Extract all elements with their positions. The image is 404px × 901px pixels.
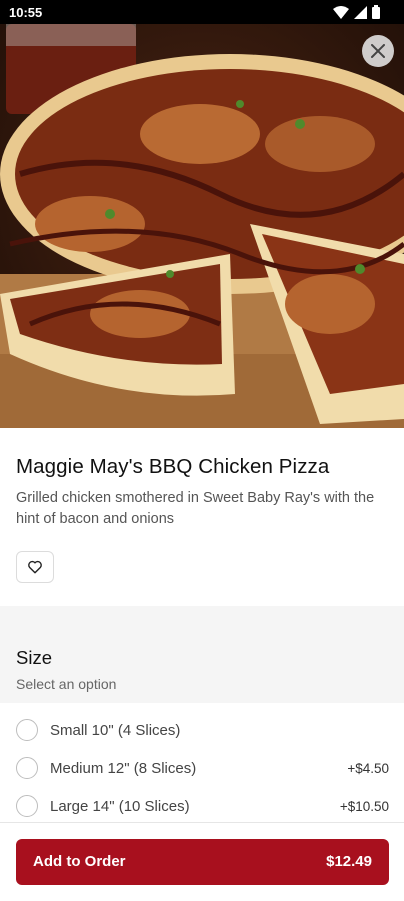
wifi-icon [333,5,349,19]
option-price: +$4.50 [347,761,389,776]
option-label: Large 14" (10 Slices) [50,798,190,815]
product-image [0,24,404,428]
size-section-subtitle: Select an option [16,676,117,692]
radio-button[interactable] [16,719,38,741]
status-icons [333,5,380,19]
option-price: +$10.50 [339,799,389,814]
order-total: $12.49 [326,853,372,870]
size-option-medium[interactable]: Medium 12" (8 Slices) +$4.50 [0,750,404,788]
status-bar: 10:55 [0,0,404,24]
status-time: 10:55 [9,5,43,20]
item-description: Grilled chicken smothered in Sweet Baby … [16,490,375,527]
size-option-large[interactable]: Large 14" (10 Slices) +$10.50 [0,788,404,826]
size-section-title: Size [16,647,52,668]
add-to-order-label: Add to Order [33,853,126,870]
radio-button[interactable] [16,757,38,779]
item-title: Maggie May's BBQ Chicken Pizza [16,455,330,478]
battery-icon [372,5,380,19]
close-icon [371,44,385,58]
size-option-small[interactable]: Small 10" (4 Slices) [0,712,404,750]
option-label: Small 10" (4 Slices) [50,722,181,739]
option-label: Medium 12" (8 Slices) [50,760,197,777]
signal-icon [354,5,367,19]
heart-icon [28,560,42,574]
add-to-order-button[interactable]: Add to Order $12.49 [16,839,389,885]
favorite-button[interactable] [16,551,54,583]
radio-button[interactable] [16,795,38,817]
close-button[interactable] [362,35,394,67]
